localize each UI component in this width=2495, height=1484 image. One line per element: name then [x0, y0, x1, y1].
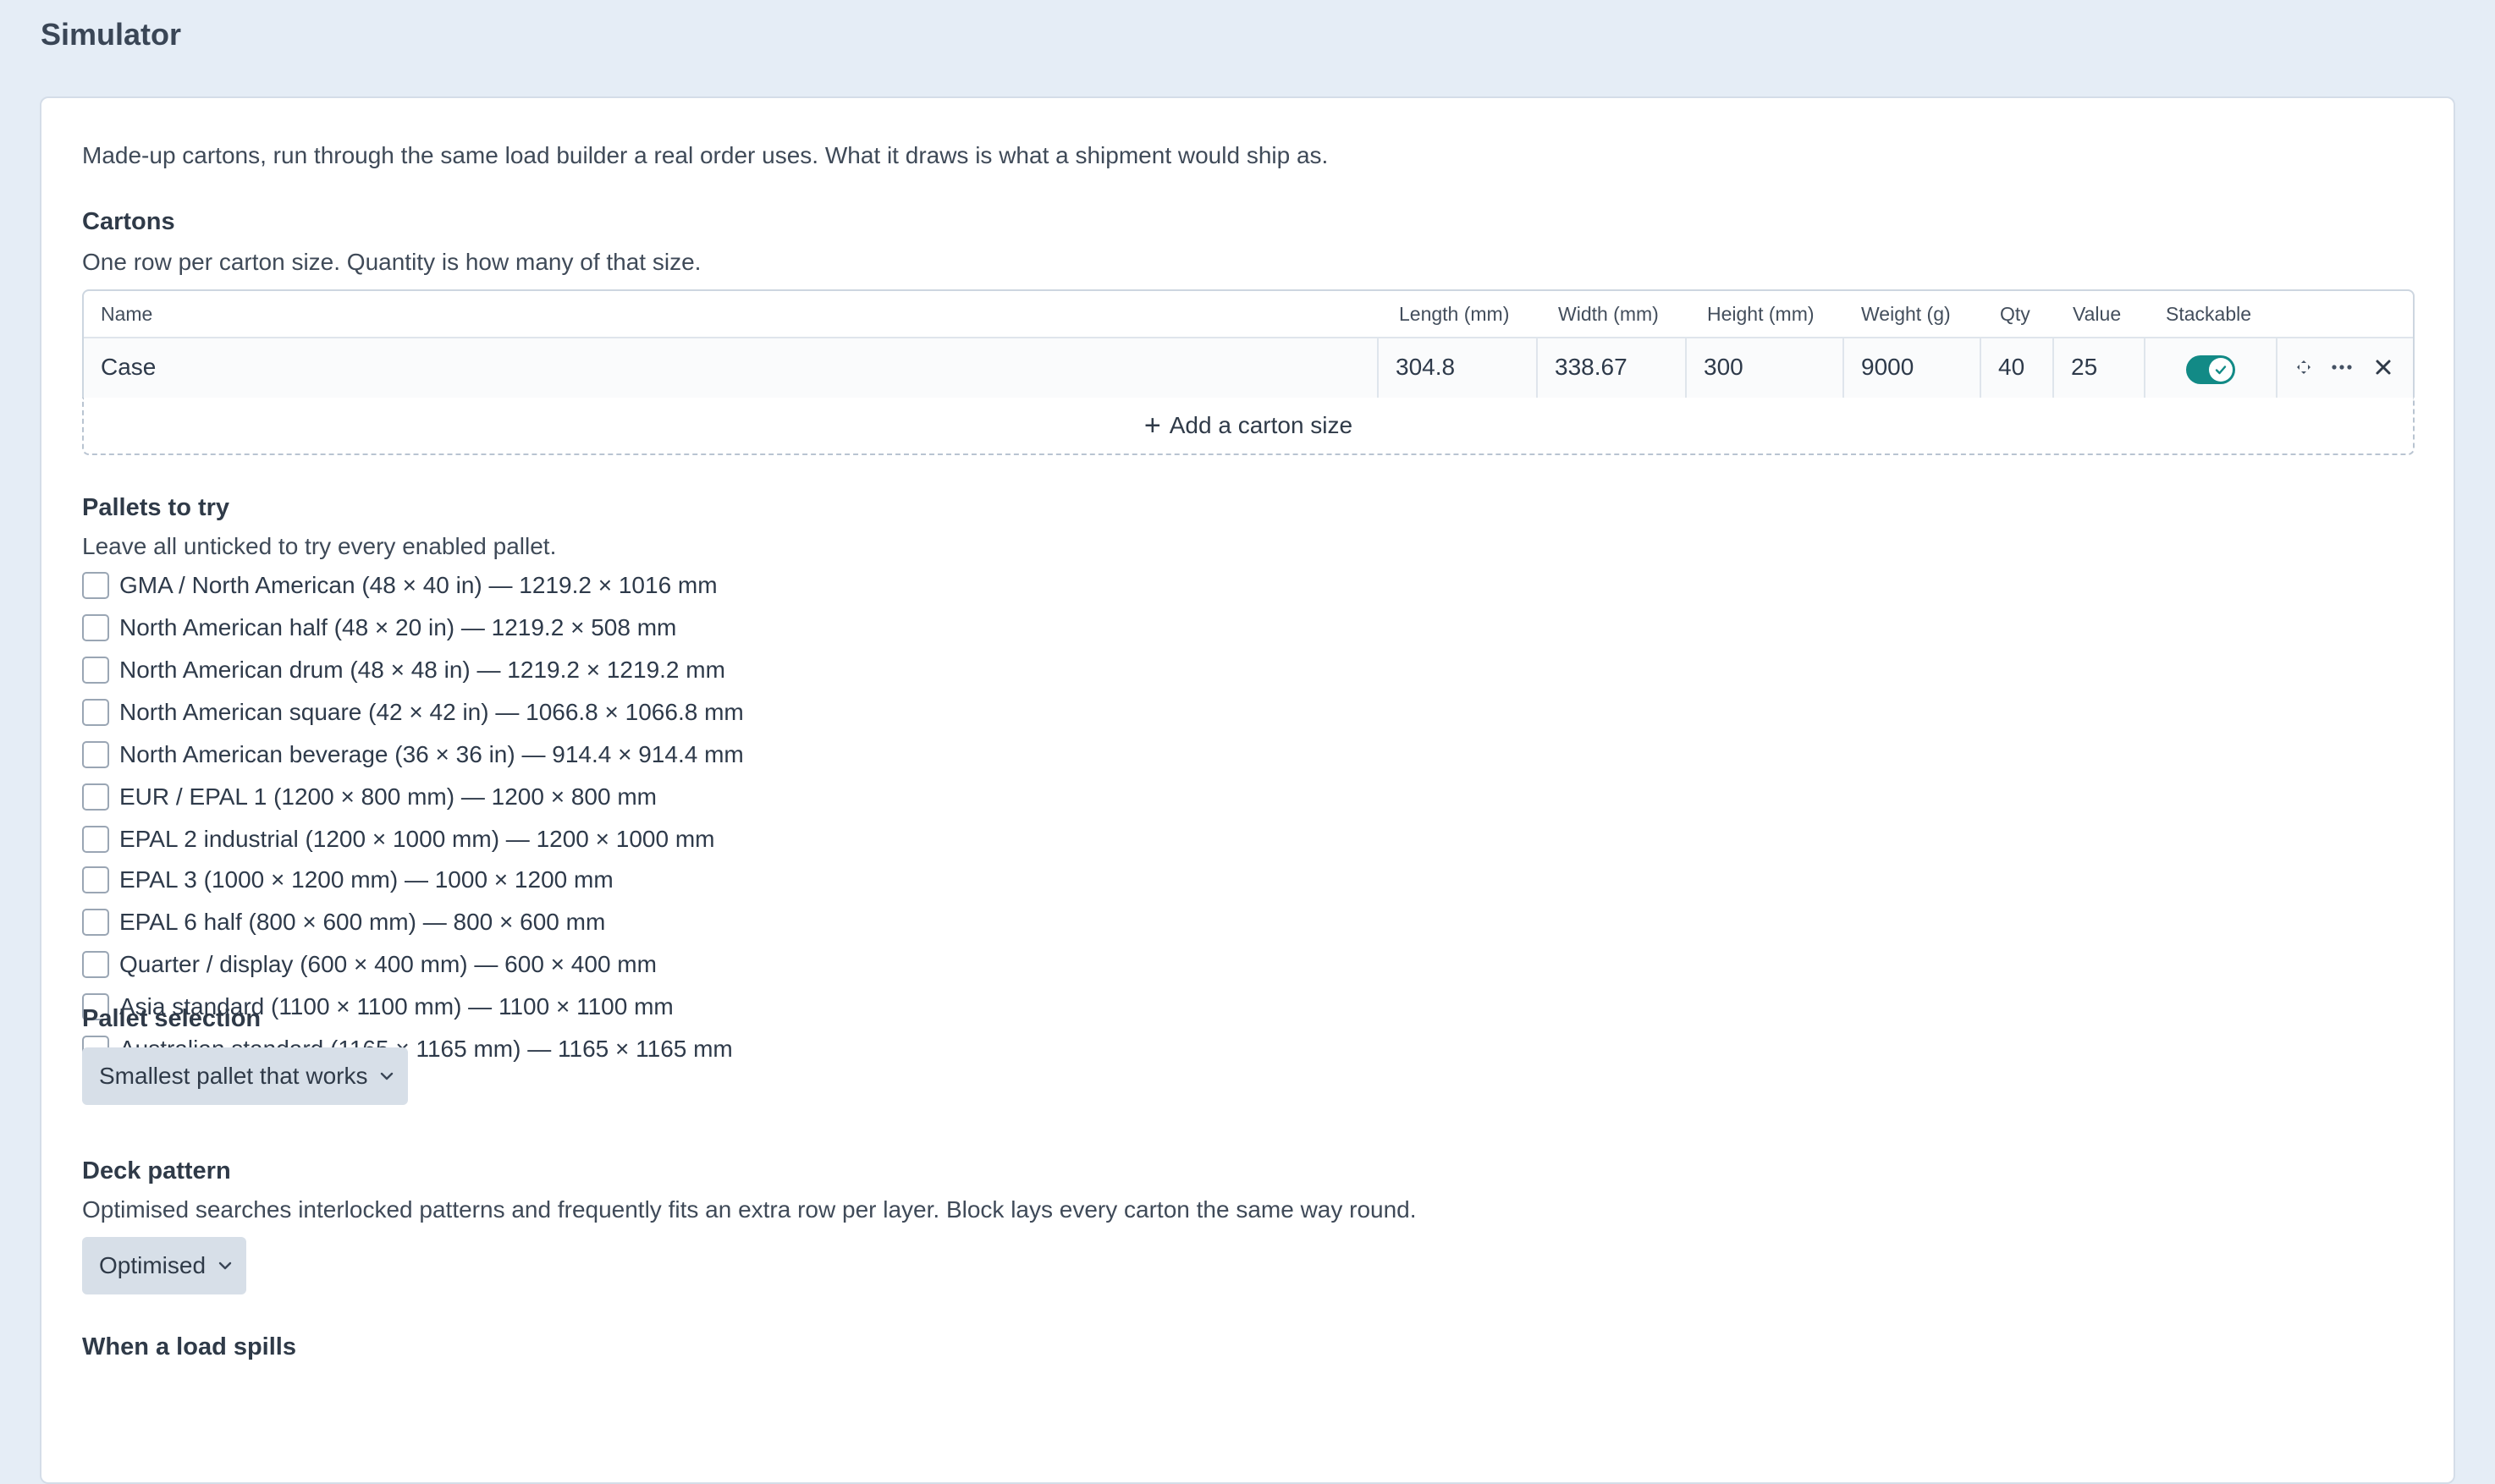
pallet-checkbox[interactable]	[82, 951, 109, 978]
pallet-option[interactable]: EPAL 3 (1000 × 1200 mm) — 1000 × 1200 mm	[82, 863, 614, 897]
name-value: Case	[101, 354, 157, 380]
chevron-down-icon	[381, 1072, 394, 1080]
pallet-checkbox[interactable]	[82, 657, 109, 684]
spill-title: When a load spills	[82, 1333, 296, 1360]
pallet-option[interactable]: EPAL 2 industrial (1200 × 1000 mm) — 120…	[82, 822, 715, 856]
qty-value: 40	[1998, 354, 2025, 380]
col-value: Value	[2073, 303, 2122, 325]
pallet-label: EPAL 6 half (800 × 600 mm) — 800 × 600 m…	[119, 909, 606, 935]
pallet-label: North American beverage (36 × 36 in) — 9…	[119, 741, 744, 767]
chevron-down-icon	[218, 1261, 232, 1270]
pallet-checkbox[interactable]	[82, 826, 109, 853]
page-title: Simulator	[41, 17, 182, 52]
simulator-card: Made-up cartons, run through the same lo…	[40, 96, 2455, 1484]
height-cell[interactable]: 300	[1687, 338, 1844, 398]
col-height: Height (mm)	[1707, 303, 1815, 325]
name-cell[interactable]: Case	[84, 338, 1379, 398]
col-stackable: Stackable	[2166, 303, 2252, 325]
qty-cell[interactable]: 40	[1981, 338, 2054, 398]
plus-icon: +	[1143, 409, 1161, 442]
more-options-icon[interactable]	[2330, 352, 2354, 390]
length-cell[interactable]: 304.8	[1379, 338, 1538, 398]
length-value: 304.8	[1396, 354, 1456, 380]
pallet-label: EPAL 2 industrial (1200 × 1000 mm) — 120…	[119, 826, 715, 852]
intro-text: Made-up cartons, run through the same lo…	[82, 142, 1329, 168]
pallet-option[interactable]: North American half (48 × 20 in) — 1219.…	[82, 611, 676, 645]
pallet-label: Quarter / display (600 × 400 mm) — 600 ×…	[119, 951, 657, 977]
pallet-option[interactable]: Quarter / display (600 × 400 mm) — 600 ×…	[82, 948, 657, 981]
deck-pattern-title: Deck pattern	[82, 1157, 231, 1184]
pallet-option[interactable]: North American drum (48 × 48 in) — 1219.…	[82, 653, 725, 687]
width-value: 338.67	[1555, 354, 1628, 380]
pallet-selection-select[interactable]: Smallest pallet that works	[82, 1047, 409, 1105]
deck-pattern-help: Optimised searches interlocked patterns …	[82, 1196, 1417, 1223]
col-width: Width (mm)	[1558, 303, 1659, 325]
pallet-option[interactable]: GMA / North American (48 × 40 in) — 1219…	[82, 569, 718, 602]
pallet-label: GMA / North American (48 × 40 in) — 1219…	[119, 572, 718, 598]
value-cell[interactable]: 25	[2054, 338, 2145, 398]
pallet-option[interactable]: North American square (42 × 42 in) — 106…	[82, 695, 744, 729]
pallet-selection-value: Smallest pallet that works	[99, 1063, 368, 1089]
add-carton-button[interactable]: + Add a carton size	[82, 398, 2415, 455]
pallet-option[interactable]: North American beverage (36 × 36 in) — 9…	[82, 738, 744, 772]
pallet-option[interactable]: EPAL 6 half (800 × 600 mm) — 800 × 600 m…	[82, 905, 605, 939]
weight-cell[interactable]: 9000	[1844, 338, 1981, 398]
col-name: Name	[101, 303, 153, 325]
pallet-checkbox[interactable]	[82, 741, 109, 768]
width-cell[interactable]: 338.67	[1538, 338, 1687, 398]
pallet-label: EUR / EPAL 1 (1200 × 800 mm) — 1200 × 80…	[119, 783, 657, 810]
cartons-help: One row per carton size. Quantity is how…	[82, 249, 702, 275]
pallet-checkbox[interactable]	[82, 866, 109, 893]
value-value: 25	[2071, 354, 2098, 380]
add-carton-label: Add a carton size	[1169, 412, 1353, 438]
pallet-checkbox[interactable]	[82, 909, 109, 936]
pallet-label: EPAL 3 (1000 × 1200 mm) — 1000 × 1200 mm	[119, 866, 614, 893]
stackable-cell	[2145, 338, 2277, 398]
pallet-checkbox[interactable]	[82, 614, 109, 641]
pallet-label: North American square (42 × 42 in) — 106…	[119, 699, 744, 725]
col-qty: Qty	[2000, 303, 2030, 325]
pallet-selection-title: Pallet selection	[82, 1005, 262, 1032]
check-icon	[2209, 358, 2233, 382]
pallets-help: Leave all unticked to try every enabled …	[82, 533, 557, 559]
remove-row-icon[interactable]	[2374, 352, 2393, 390]
table-row: Case 304.8 338.67 300 9000 40 25	[84, 337, 2413, 398]
drag-handle-icon[interactable]	[2294, 352, 2313, 390]
deck-pattern-value: Optimised	[99, 1252, 207, 1278]
col-length: Length (mm)	[1399, 303, 1510, 325]
pallet-checkbox[interactable]	[82, 572, 109, 599]
col-weight: Weight (g)	[1861, 303, 1951, 325]
pallet-option[interactable]: EUR / EPAL 1 (1200 × 800 mm) — 1200 × 80…	[82, 780, 657, 814]
pallet-label: North American half (48 × 20 in) — 1219.…	[119, 614, 677, 640]
deck-pattern-select[interactable]: Optimised	[82, 1237, 247, 1294]
weight-value: 9000	[1861, 354, 1914, 380]
pallets-title: Pallets to try	[82, 494, 230, 521]
pallet-label: North American drum (48 × 48 in) — 1219.…	[119, 657, 725, 683]
height-value: 300	[1704, 354, 1743, 380]
cartons-table: Name Length (mm) Width (mm) Height (mm) …	[82, 289, 2415, 398]
cartons-title: Cartons	[82, 208, 175, 235]
stackable-toggle[interactable]	[2186, 355, 2235, 384]
table-header: Name Length (mm) Width (mm) Height (mm) …	[84, 291, 2413, 337]
pallet-checkbox[interactable]	[82, 783, 109, 811]
pallet-checkbox[interactable]	[82, 699, 109, 726]
